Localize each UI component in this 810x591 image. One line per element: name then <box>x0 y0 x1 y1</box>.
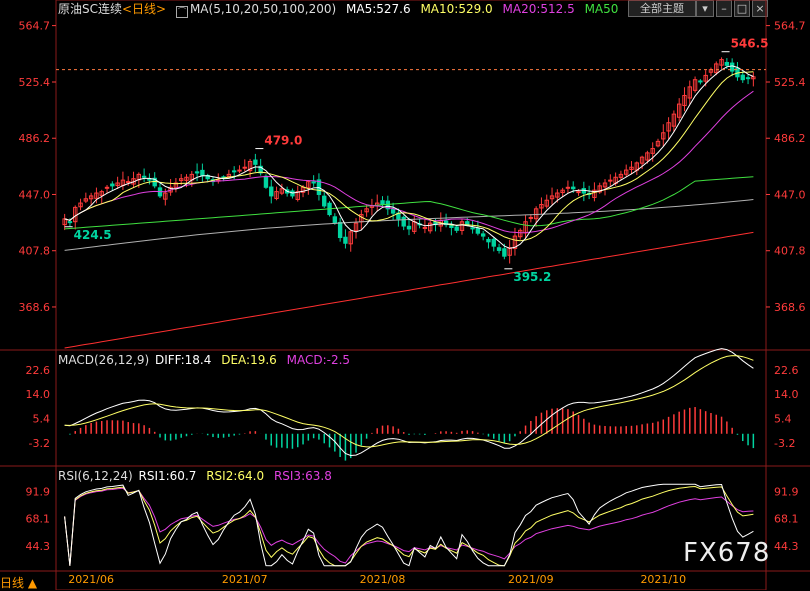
macd-tick-label-right: 22.6 <box>774 364 799 377</box>
period-switch-label: 日线 ▲ <box>0 576 38 590</box>
candle-body <box>110 183 115 187</box>
candle-body <box>380 200 385 206</box>
price-tick-label-left: 525.4 <box>19 76 51 89</box>
price-tick-label-left: 407.8 <box>19 245 51 258</box>
candle-body <box>475 228 481 234</box>
candle-body <box>263 175 269 188</box>
price-tick-label-left: 486.2 <box>19 132 51 145</box>
candle-body <box>147 178 152 181</box>
candle-body <box>200 169 205 177</box>
candle-body <box>141 175 147 178</box>
rsi-tick-label-left: 91.9 <box>26 485 51 498</box>
macd-tick-label-left: 5.4 <box>33 413 51 426</box>
price-tick-label-left: 564.7 <box>19 20 51 33</box>
candle-body <box>67 221 73 224</box>
candle-body <box>253 159 258 165</box>
price-tick-label-left: 368.6 <box>19 301 51 314</box>
macd-tick-label-left: -3.2 <box>29 437 50 450</box>
candle-body <box>406 225 412 230</box>
candle-body <box>322 195 327 207</box>
candle-body <box>496 247 502 251</box>
candle-body <box>242 166 247 169</box>
candle-body <box>480 233 486 237</box>
price-tick-label-right: 525.4 <box>774 76 806 89</box>
candle-body <box>528 216 534 219</box>
date-tick-label: 2021/07 <box>222 573 268 586</box>
macd-tick-label-right: 5.4 <box>774 413 792 426</box>
rsi-tick-label-left: 44.3 <box>26 540 51 553</box>
candle-body <box>470 227 475 230</box>
candle-body <box>745 77 751 80</box>
rsi-tick-label-right: 91.9 <box>774 485 799 498</box>
macd-tick-label-left: 22.6 <box>26 364 51 377</box>
watermark-text: FX678 <box>683 538 771 568</box>
date-tick-label: 2021/08 <box>360 573 406 586</box>
macd-panel <box>64 348 755 461</box>
date-tick-label: 2021/09 <box>508 573 554 586</box>
macd-dea-line <box>64 355 754 448</box>
price-tick-label-right: 407.8 <box>774 245 806 258</box>
date-tick-label: 2021/10 <box>640 573 686 586</box>
macd-tick-label-right: -3.2 <box>774 437 795 450</box>
candle-body <box>126 181 131 184</box>
price-panel: 479.0 424.5 395.2 546.5 <box>56 37 769 349</box>
rsi-tick-label-right: 68.1 <box>774 513 799 526</box>
candle-body <box>237 169 242 172</box>
candle-body <box>491 238 496 247</box>
candle-body <box>571 186 576 190</box>
price-annotation: 546.5 <box>731 37 769 51</box>
candle-body <box>104 186 110 189</box>
rsi-tick-label-right: 44.3 <box>774 540 799 553</box>
date-tick-label: 2021/06 <box>68 573 114 586</box>
rsi3-line <box>64 487 754 566</box>
candle-body <box>343 236 348 244</box>
candle-body <box>401 216 406 227</box>
candle-body <box>311 181 316 184</box>
candle-body <box>269 186 274 197</box>
candle-body <box>698 80 703 83</box>
candle-body <box>576 191 581 194</box>
price-tick-label-right: 486.2 <box>774 132 806 145</box>
rsi2-line <box>64 485 754 567</box>
fx678-watermark: FX678 <box>683 538 770 568</box>
period-switch-button[interactable]: 日线 ▲ <box>0 574 37 591</box>
macd-diff-line <box>64 348 754 457</box>
candle-body <box>332 216 338 224</box>
candle-body <box>465 221 470 226</box>
price-tick-label-right: 564.7 <box>774 20 806 33</box>
chart-canvas[interactable]: 479.0 424.5 395.2 546.5 564.7 564.7 525.4 525.… <box>0 0 810 590</box>
price-tick-label-right: 368.6 <box>774 301 806 314</box>
candle-body <box>486 238 491 243</box>
candle-body <box>390 209 396 214</box>
candle-body <box>449 225 454 228</box>
candle-body <box>608 179 613 182</box>
candle-body <box>502 248 507 257</box>
candle-body <box>337 221 343 239</box>
candle-body <box>231 170 237 173</box>
candle-body <box>740 74 745 81</box>
rsi-tick-label-left: 68.1 <box>26 513 51 526</box>
rsi-panel <box>64 483 754 567</box>
axis-labels: 564.7 564.7 525.4 525.4 486.2 486.2 447.0 447.0… <box>19 20 806 586</box>
ma200-line <box>64 231 754 349</box>
candle-body <box>565 186 571 189</box>
price-annotation: 479.0 <box>264 134 302 148</box>
candle-body <box>422 226 428 229</box>
price-tick-label-right: 447.0 <box>774 188 806 201</box>
ma20-line <box>64 90 754 234</box>
candle-body <box>724 61 730 66</box>
macd-tick-label-left: 14.0 <box>26 388 51 401</box>
ma10-line <box>64 71 754 242</box>
chart-window: 原油SC连续<日线> ⌒ MA(5,10,20,50,100,200) MA5:5… <box>0 0 810 590</box>
price-annotation: 395.2 <box>513 270 551 284</box>
price-annotation: 424.5 <box>74 228 112 242</box>
plot-border <box>55 0 767 590</box>
price-tick-label-left: 447.0 <box>19 188 51 201</box>
candle-body <box>454 226 459 231</box>
candle-body <box>194 171 200 174</box>
macd-tick-label-right: 14.0 <box>774 388 799 401</box>
